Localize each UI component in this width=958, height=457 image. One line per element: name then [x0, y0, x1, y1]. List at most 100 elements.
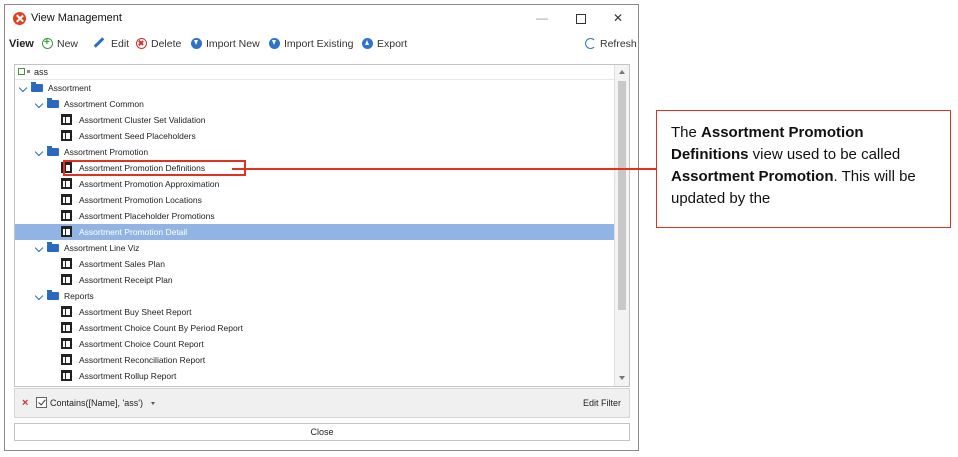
tree-view-row[interactable]: Assortment Promotion Approximation — [15, 176, 614, 192]
tree-folder-row[interactable]: Assortment Common — [15, 96, 614, 112]
filter-bar: × Contains([Name], 'ass') Edit Filter — [14, 388, 630, 418]
clear-filter-icon[interactable]: × — [22, 397, 28, 409]
vertical-scrollbar[interactable] — [614, 65, 629, 386]
toolbar: View New Edit Delete Import New Import E… — [5, 33, 638, 56]
tree-view-label: Assortment Promotion Approximation — [79, 179, 220, 189]
table-view-icon — [61, 194, 72, 205]
tree-view-label: Assortment Cluster Set Validation — [79, 115, 206, 125]
maximize-button[interactable] — [569, 9, 593, 27]
scroll-thumb[interactable] — [618, 81, 626, 310]
edit-label: Edit — [111, 38, 130, 50]
tree-view-label: Assortment Sales Plan — [79, 259, 165, 269]
delete-label: Delete — [151, 38, 182, 50]
import-existing-label: Import Existing — [284, 38, 354, 50]
delete-circle-icon — [136, 38, 147, 49]
chevron-down-icon[interactable] — [34, 99, 44, 109]
tree-view-row[interactable]: Assortment Cluster Set Validation — [15, 112, 614, 128]
tree-view-row[interactable]: Assortment Placeholder Promotions — [15, 208, 614, 224]
plus-circle-icon — [42, 35, 53, 50]
folder-icon — [47, 242, 59, 252]
tree-folder-label: Assortment Common — [64, 99, 144, 109]
tree-view-label: Assortment Promotion Locations — [79, 195, 202, 205]
edit-button[interactable]: Edit — [93, 37, 129, 52]
tree-view-row[interactable]: Assortment Seed Placeholders — [15, 128, 614, 144]
download-circle-icon — [269, 38, 280, 49]
new-button[interactable]: New — [42, 35, 78, 52]
tree-view-row[interactable]: Assortment Receipt Plan — [15, 272, 614, 288]
folder-icon — [47, 98, 59, 108]
filter-dropdown-icon[interactable] — [151, 402, 155, 405]
close-window-button[interactable]: ✕ — [606, 9, 630, 27]
tree-folder-row[interactable]: Assortment Promotion — [15, 144, 614, 160]
tree-view-label: Assortment Reconciliation Report — [79, 355, 206, 365]
scroll-down-icon[interactable] — [619, 376, 625, 380]
callout-text-2: view used to be called — [748, 146, 901, 163]
search-input[interactable] — [34, 66, 334, 78]
edit-filter-link[interactable]: Edit Filter — [583, 398, 621, 408]
table-view-icon — [61, 322, 72, 333]
tree-folder-label: Assortment Promotion — [64, 147, 149, 157]
tree-folder-row[interactable]: Assortment — [15, 80, 614, 96]
tree-view-row[interactable]: Assortment Reconciliation Report — [15, 352, 614, 368]
highlight-box — [63, 160, 246, 176]
tree-view-row[interactable]: Assortment Promotion Locations — [15, 192, 614, 208]
tree-view-row[interactable]: Assortment Choice Count By Period Report — [15, 320, 614, 336]
chevron-down-icon[interactable] — [34, 147, 44, 157]
tree-view-row[interactable]: Assortment Buy Sheet Report — [15, 304, 614, 320]
folder-icon — [31, 82, 43, 92]
import-new-button[interactable]: Import New — [191, 37, 260, 52]
pencil-icon — [93, 37, 105, 48]
tree-folder-row[interactable]: Reports — [15, 288, 614, 304]
app-icon — [13, 12, 26, 25]
table-view-icon — [61, 130, 72, 141]
filter-enabled-checkbox[interactable] — [36, 397, 47, 408]
tree-view-label: Assortment Seed Placeholders — [79, 131, 196, 141]
tree-view-row[interactable]: Assortment Rollup Report — [15, 368, 614, 384]
tree-view-label: Assortment Receipt Plan — [79, 275, 173, 285]
refresh-button[interactable]: Refresh — [585, 37, 637, 52]
export-button[interactable]: Export — [362, 37, 407, 52]
delete-button[interactable]: Delete — [136, 37, 181, 52]
scroll-up-icon[interactable] — [619, 70, 625, 74]
tree-view-label: Assortment Choice Count Report — [79, 339, 204, 349]
table-view-icon — [61, 258, 72, 269]
folder-icon — [47, 290, 59, 300]
callout-text-1: The — [671, 124, 702, 141]
export-label: Export — [377, 38, 408, 50]
table-view-icon — [61, 114, 72, 125]
view-tree-panel: Assortment Assortment Common Assortment Cl… — [14, 64, 630, 387]
view-management-window: View Management — ✕ View New Edit Delete… — [4, 4, 639, 451]
table-view-icon — [61, 370, 72, 381]
download-circle-icon — [191, 38, 202, 49]
tree-folder-label: Reports — [64, 291, 94, 301]
upload-circle-icon — [362, 38, 373, 49]
callout-connector — [232, 168, 656, 170]
close-button[interactable]: Close — [14, 423, 630, 441]
refresh-label: Refresh — [600, 38, 637, 50]
tree-view-row[interactable]: Assortment Sales Plan — [15, 256, 614, 272]
chevron-down-icon[interactable] — [34, 243, 44, 253]
minimize-button[interactable]: — — [530, 9, 554, 27]
table-view-icon — [61, 178, 72, 189]
tree-folder-row[interactable]: Assortment Line Viz — [15, 240, 614, 256]
chevron-down-icon[interactable] — [34, 291, 44, 301]
tree-view-label: Assortment Rollup Report — [79, 371, 177, 381]
filter-expression: Contains([Name], 'ass') — [50, 398, 143, 408]
tree-view-label: Assortment Placeholder Promotions — [79, 211, 215, 221]
tree-folder-label: Assortment — [48, 83, 91, 93]
tree-view-label: Assortment Choice Count By Period Report — [79, 323, 243, 333]
import-new-label: Import New — [206, 38, 260, 50]
tree-view-row[interactable]: Assortment Promotion Detail — [15, 224, 614, 240]
callout-note: The Assortment Promotion Definitions vie… — [656, 110, 951, 228]
callout-bold-2: Assortment Promotion — [671, 168, 834, 185]
tree-view-row[interactable]: Assortment Choice Count Report — [15, 336, 614, 352]
filter-search-icon — [18, 68, 30, 75]
chevron-down-icon[interactable] — [18, 83, 28, 93]
title-bar: View Management — ✕ — [5, 5, 638, 33]
table-view-icon — [61, 274, 72, 285]
table-view-icon — [61, 226, 72, 237]
refresh-icon — [585, 38, 596, 49]
import-existing-button[interactable]: Import Existing — [269, 37, 353, 52]
tree-view-label: Assortment Promotion Detail — [79, 227, 188, 237]
tree-folder-label: Assortment Line Viz — [64, 243, 140, 253]
